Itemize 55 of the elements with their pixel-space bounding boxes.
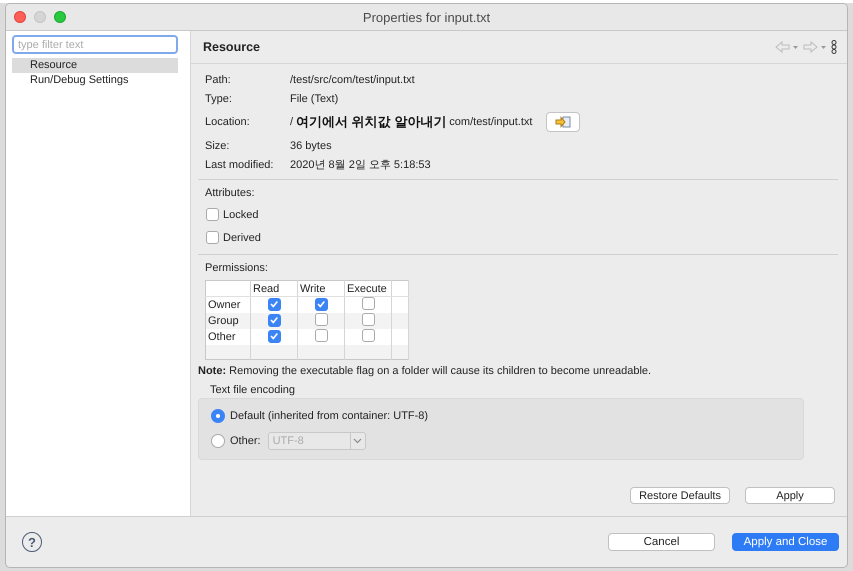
field-value: /test/src/com/test/input.txt — [290, 74, 415, 86]
close-button[interactable] — [14, 11, 26, 23]
page-title: Resource — [203, 40, 260, 54]
checkbox[interactable] — [268, 298, 280, 311]
checkbox[interactable] — [314, 298, 328, 311]
arrow-document-icon — [555, 116, 572, 128]
checkbox-label: Derived — [223, 232, 261, 244]
dialog-button[interactable]: Apply and Close — [732, 533, 839, 551]
checkbox[interactable] — [362, 329, 374, 342]
note-text: Note: Removing the executable flag on a folder will cause its children to become unreadable. — [198, 365, 652, 377]
back-arrow-icon[interactable] — [775, 41, 799, 53]
field-label: Path: — [205, 74, 232, 86]
checkbox[interactable] — [314, 313, 328, 326]
page-button[interactable]: Apply — [745, 487, 835, 504]
radio-label: Default (inherited from container: UTF-8) — [230, 410, 428, 422]
checkbox[interactable] — [268, 330, 280, 343]
row-label: Group — [206, 313, 250, 329]
window-title: Properties for input.txt — [362, 10, 490, 24]
field-value: File (Text) — [290, 92, 338, 104]
field-label: Location: — [205, 116, 251, 128]
checkbox-label: Locked — [223, 208, 258, 220]
field-value: 36 bytes — [290, 140, 332, 152]
checkbox[interactable] — [314, 329, 328, 342]
annotation-text: 여기에서 위치값 알아내기 — [296, 113, 446, 131]
open-location-button[interactable] — [546, 112, 580, 132]
help-button[interactable]: ? — [22, 532, 42, 552]
checkbox[interactable] — [362, 313, 374, 326]
encoding-group-title: Text file encoding — [210, 384, 295, 396]
column-header: Write — [298, 280, 344, 296]
location-value: / — [290, 116, 294, 128]
column-header: Execute — [344, 280, 392, 296]
checkbox[interactable] — [362, 297, 374, 310]
column-header: Read — [250, 280, 298, 296]
attributes-label: Attributes: — [205, 187, 255, 199]
checkbox[interactable] — [206, 208, 219, 221]
checkbox[interactable] — [268, 314, 280, 327]
field-label: Last modified: — [205, 158, 274, 170]
radio-button[interactable] — [211, 434, 225, 448]
sidebar-item[interactable]: Run/Debug Settings — [12, 73, 178, 88]
field-label: Type: — [205, 92, 233, 104]
more-icon[interactable] — [831, 40, 837, 54]
dialog-button[interactable]: Cancel — [608, 533, 715, 551]
field-value: 2020년 8월 2일 오후 5:18:53 — [290, 158, 431, 172]
radio-label: Other: — [230, 434, 261, 446]
page-button[interactable]: Restore Defaults — [630, 487, 730, 504]
checkbox[interactable] — [206, 231, 219, 244]
permissions-label: Permissions: — [205, 262, 268, 274]
radio-button[interactable] — [211, 408, 225, 422]
field-label: Size: — [205, 140, 230, 152]
zoom-button[interactable] — [54, 11, 66, 23]
chevron-down-icon — [353, 438, 362, 444]
location-value: com/test/input.txt — [449, 116, 532, 128]
sidebar-item[interactable]: Resource — [12, 58, 178, 73]
filter-field[interactable]: type filter text — [12, 35, 178, 54]
minimize-button[interactable] — [34, 11, 46, 23]
